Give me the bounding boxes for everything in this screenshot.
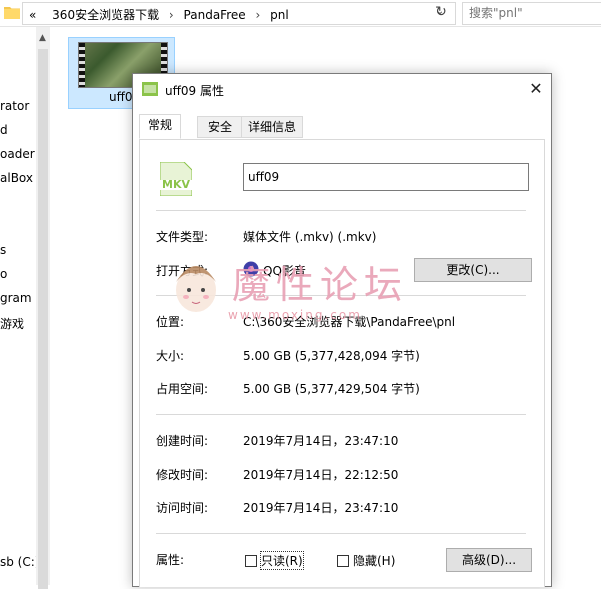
- created-label: 创建时间:: [156, 434, 209, 448]
- general-panel: MKV 文件类型: 媒体文件 (.mkv) (.mkv) 打开方式: QQ影音 …: [139, 139, 545, 587]
- close-icon[interactable]: ✕: [521, 74, 551, 104]
- scroll-up-icon[interactable]: ▲: [39, 33, 46, 43]
- address-box[interactable]: « 360安全浏览器下载 › PandaFree › pnl ⌄: [22, 2, 456, 25]
- file-name-field[interactable]: [243, 163, 529, 191]
- divider: [156, 533, 526, 534]
- size-label: 大小:: [156, 349, 185, 363]
- modified-value: 2019年7月14日，22:12:50: [243, 468, 399, 482]
- breadcrumb-overflow[interactable]: «: [29, 8, 36, 22]
- address-bar: « 360安全浏览器下载 › PandaFree › pnl ⌄ ↻: [0, 0, 601, 27]
- folder-icon: [4, 7, 20, 19]
- scrollbar-thumb[interactable]: [38, 49, 48, 589]
- size-on-disk-value: 5.00 GB (5,377,429,504 字节): [243, 382, 420, 396]
- dialog-title: uff09 属性: [165, 84, 224, 98]
- nav-item[interactable]: sb (C:): [0, 555, 36, 569]
- title-bar[interactable]: uff09 属性 ✕: [133, 74, 551, 104]
- location-value: C:\360安全浏览器下载\PandaFree\pnl: [243, 315, 456, 329]
- location-label: 位置:: [156, 315, 185, 329]
- file-type-label: 文件类型:: [156, 230, 209, 244]
- nav-item[interactable]: 游戏: [0, 315, 24, 332]
- attributes-label: 属性:: [156, 553, 185, 567]
- size-value: 5.00 GB (5,377,428,094 字节): [243, 349, 420, 363]
- size-on-disk-label: 占用空间:: [156, 382, 209, 396]
- film-strip-left: [79, 43, 85, 87]
- file-type-value: 媒体文件 (.mkv) (.mkv): [243, 230, 377, 244]
- qq-player-icon: [243, 261, 259, 277]
- advanced-button[interactable]: 高级(D)...: [446, 548, 532, 572]
- nav-item[interactable]: d: [0, 123, 8, 137]
- accessed-value: 2019年7月14日，23:47:10: [243, 501, 399, 515]
- hidden-checkbox[interactable]: [337, 555, 349, 567]
- breadcrumb-separator-icon[interactable]: ›: [169, 8, 174, 22]
- search-input[interactable]: [463, 3, 601, 22]
- refresh-icon[interactable]: ↻: [430, 2, 452, 23]
- search-box[interactable]: [462, 2, 601, 25]
- change-button[interactable]: 更改(C)...: [414, 258, 532, 282]
- nav-item[interactable]: s: [0, 243, 6, 257]
- created-value: 2019年7月14日，23:47:10: [243, 434, 399, 448]
- breadcrumb-item-browser-download[interactable]: 360安全浏览器下载: [52, 8, 159, 22]
- nav-item[interactable]: oader: [0, 147, 35, 161]
- divider: [156, 295, 526, 296]
- hidden-label[interactable]: 隐藏(H): [353, 552, 395, 569]
- modified-label: 修改时间:: [156, 468, 209, 482]
- nav-item[interactable]: alBox: [0, 171, 33, 185]
- tab-security[interactable]: 安全: [197, 116, 243, 138]
- properties-dialog: uff09 属性 ✕ 常规 安全 详细信息 MKV 文件类型: 媒体文件 (.m…: [132, 73, 552, 587]
- nav-item[interactable]: rator: [0, 99, 29, 113]
- open-with-value: QQ影音: [263, 264, 306, 278]
- navigation-pane: rator d oader alBox s o gram 游戏 sb (C:): [0, 27, 36, 585]
- breadcrumb-item-pnl[interactable]: pnl: [270, 8, 289, 22]
- divider: [156, 210, 526, 211]
- tab-general[interactable]: 常规: [139, 114, 181, 139]
- nav-scrollbar[interactable]: ▲: [36, 27, 50, 589]
- open-with-label: 打开方式:: [156, 264, 209, 278]
- nav-item[interactable]: gram: [0, 291, 32, 305]
- mkv-file-icon: [142, 82, 158, 96]
- tab-details[interactable]: 详细信息: [241, 116, 303, 138]
- mkv-icon-label: MKV: [162, 178, 190, 191]
- accessed-label: 访问时间:: [156, 501, 209, 515]
- divider: [156, 414, 526, 415]
- breadcrumb-item-pandafree[interactable]: PandaFree: [184, 8, 246, 22]
- breadcrumb-separator-icon[interactable]: ›: [255, 8, 260, 22]
- nav-item[interactable]: o: [0, 267, 7, 281]
- breadcrumb: « 360安全浏览器下载 › PandaFree › pnl: [29, 6, 289, 23]
- readonly-label[interactable]: 只读(R): [260, 551, 304, 570]
- readonly-checkbox[interactable]: [245, 555, 257, 567]
